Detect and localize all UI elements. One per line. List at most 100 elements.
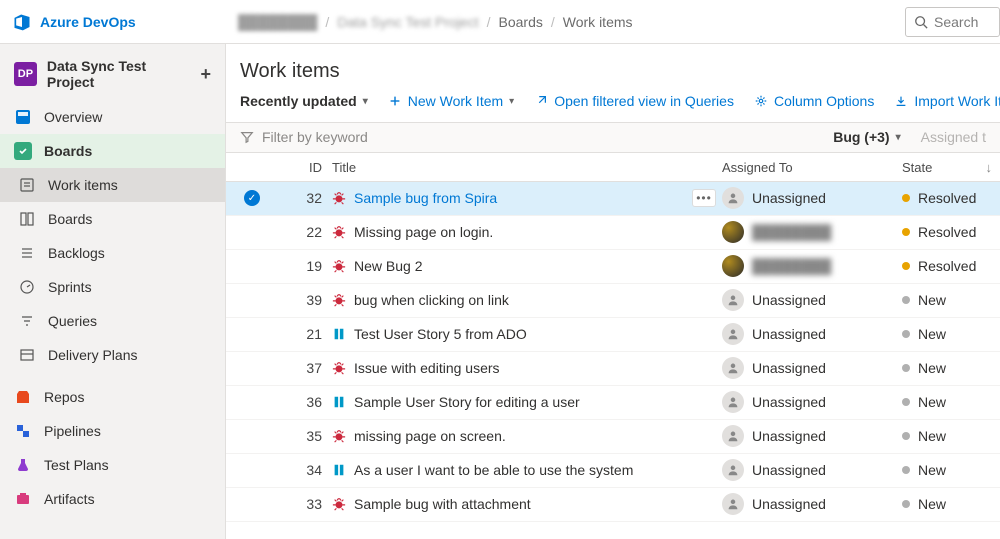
sidebar-item-testplans[interactable]: Test Plans <box>0 448 225 482</box>
sidebar-item-pipelines[interactable]: Pipelines <box>0 414 225 448</box>
workitems-icon <box>18 176 36 194</box>
title-text: Test User Story 5 from ADO <box>354 326 527 342</box>
toolbar: Recently updated ▾ New Work Item ▾ Open … <box>226 91 1000 122</box>
table-row[interactable]: ✓ 33 Sample bug with attachment ••• Unas… <box>226 488 1000 522</box>
sidebar-item-label: Test Plans <box>44 457 109 473</box>
cell-assigned[interactable]: ████████ <box>722 221 902 243</box>
cell-assigned[interactable]: Unassigned <box>722 425 902 447</box>
sidebar-item-label: Queries <box>48 313 97 329</box>
filter-assigned[interactable]: Assigned t <box>921 129 986 145</box>
filter-icon <box>240 130 254 144</box>
avatar <box>722 255 744 277</box>
story-icon <box>332 463 346 477</box>
table-row[interactable]: ✓ 32 Sample bug from Spira ••• Unassigne… <box>226 182 1000 216</box>
new-work-item-button[interactable]: New Work Item ▾ <box>388 93 514 109</box>
table-row[interactable]: ✓ 36 Sample User Story for editing a use… <box>226 386 1000 420</box>
view-dropdown[interactable]: Recently updated ▾ <box>240 93 368 109</box>
sidebar-item-boards[interactable]: Boards <box>0 134 225 168</box>
sidebar-item-workitems[interactable]: Work items <box>0 168 225 202</box>
sidebar-item-delivery-plans[interactable]: Delivery Plans <box>0 338 225 372</box>
row-select[interactable]: ✓ <box>232 190 272 206</box>
table-row[interactable]: ✓ 34 As a user I want to be able to use … <box>226 454 1000 488</box>
assignee-name: Unassigned <box>752 360 826 376</box>
cell-title[interactable]: Sample bug with attachment ••• <box>332 496 722 512</box>
table-row[interactable]: ✓ 39 bug when clicking on link ••• Unass… <box>226 284 1000 318</box>
state-text: New <box>918 360 946 376</box>
story-icon <box>332 327 346 341</box>
state-dot <box>902 432 910 440</box>
table-row[interactable]: ✓ 37 Issue with editing users ••• Unassi… <box>226 352 1000 386</box>
brand[interactable]: Azure DevOps <box>0 12 226 32</box>
table-row[interactable]: ✓ 22 Missing page on login. ••• ████████… <box>226 216 1000 250</box>
cell-title[interactable]: Issue with editing users ••• <box>332 360 722 376</box>
cell-title[interactable]: missing page on screen. ••• <box>332 428 722 444</box>
cell-assigned[interactable]: Unassigned <box>722 289 902 311</box>
sidebar-item-boards-sub[interactable]: Boards <box>0 202 225 236</box>
breadcrumb-page[interactable]: Work items <box>563 14 633 30</box>
cell-state: New <box>902 326 992 342</box>
cell-id: 21 <box>272 326 332 342</box>
open-in-queries-button[interactable]: Open filtered view in Queries <box>534 93 734 109</box>
cell-title[interactable]: Sample bug from Spira ••• <box>332 190 722 206</box>
cell-id: 33 <box>272 496 332 512</box>
sidebar-item-artifacts[interactable]: Artifacts <box>0 482 225 516</box>
col-assigned[interactable]: Assigned To <box>722 160 902 175</box>
state-text: New <box>918 394 946 410</box>
sidebar-item-label: Pipelines <box>44 423 101 439</box>
sidebar-item-label: Boards <box>44 143 92 159</box>
sidebar-item-backlogs[interactable]: Backlogs <box>0 236 225 270</box>
cell-state: New <box>902 394 992 410</box>
cell-assigned[interactable]: ████████ <box>722 255 902 277</box>
avatar <box>722 357 744 379</box>
filter-types[interactable]: Bug (+3) ▾ <box>833 129 900 145</box>
col-title[interactable]: Title <box>332 160 722 175</box>
table-row[interactable]: ✓ 21 Test User Story 5 from ADO ••• Unas… <box>226 318 1000 352</box>
project-add-button[interactable]: + <box>200 64 211 85</box>
sidebar-item-sprints[interactable]: Sprints <box>0 270 225 304</box>
col-id[interactable]: ID <box>272 160 332 175</box>
cell-title[interactable]: Missing page on login. ••• <box>332 224 722 240</box>
assignee-name: Unassigned <box>752 292 826 308</box>
search-box[interactable]: Search <box>905 7 1000 37</box>
title-text: bug when clicking on link <box>354 292 509 308</box>
row-more-button[interactable]: ••• <box>692 189 716 207</box>
title-text: Missing page on login. <box>354 224 493 240</box>
sidebar: DP Data Sync Test Project + Overview Boa… <box>0 44 226 539</box>
state-text: New <box>918 326 946 342</box>
sidebar-item-overview[interactable]: Overview <box>0 100 225 134</box>
cell-assigned[interactable]: Unassigned <box>722 323 902 345</box>
state-text: Resolved <box>918 224 976 240</box>
cell-state: New <box>902 496 992 512</box>
filter-keyword[interactable]: Filter by keyword <box>240 129 368 145</box>
cell-assigned[interactable]: Unassigned <box>722 391 902 413</box>
breadcrumb-project[interactable]: Data Sync Test Project <box>337 14 478 30</box>
azure-devops-icon <box>12 12 32 32</box>
column-options-button[interactable]: Column Options <box>754 93 874 109</box>
cell-title[interactable]: Sample User Story for editing a user ••• <box>332 394 722 410</box>
cell-assigned[interactable]: Unassigned <box>722 459 902 481</box>
avatar <box>722 323 744 345</box>
breadcrumb-org[interactable]: ████████ <box>238 14 317 30</box>
table-row[interactable]: ✓ 35 missing page on screen. ••• Unassig… <box>226 420 1000 454</box>
breadcrumb-section[interactable]: Boards <box>499 14 543 30</box>
cell-assigned[interactable]: Unassigned <box>722 493 902 515</box>
cell-state: New <box>902 360 992 376</box>
col-state[interactable]: State ↓ <box>902 160 992 175</box>
testplans-icon <box>14 456 32 474</box>
state-dot <box>902 330 910 338</box>
assignee-name: ████████ <box>752 224 831 240</box>
assignee-name: ████████ <box>752 258 831 274</box>
table-row[interactable]: ✓ 19 New Bug 2 ••• ████████ Resolved <box>226 250 1000 284</box>
story-icon <box>332 395 346 409</box>
sidebar-item-queries[interactable]: Queries <box>0 304 225 338</box>
cell-title[interactable]: As a user I want to be able to use the s… <box>332 462 722 478</box>
cell-title[interactable]: Test User Story 5 from ADO ••• <box>332 326 722 342</box>
project-header[interactable]: DP Data Sync Test Project + <box>0 50 225 100</box>
cell-title[interactable]: bug when clicking on link ••• <box>332 292 722 308</box>
cell-title[interactable]: New Bug 2 ••• <box>332 258 722 274</box>
sidebar-item-repos[interactable]: Repos <box>0 380 225 414</box>
import-button[interactable]: Import Work Items <box>894 93 1000 109</box>
cell-state: New <box>902 428 992 444</box>
cell-assigned[interactable]: Unassigned <box>722 357 902 379</box>
cell-assigned[interactable]: Unassigned <box>722 187 902 209</box>
